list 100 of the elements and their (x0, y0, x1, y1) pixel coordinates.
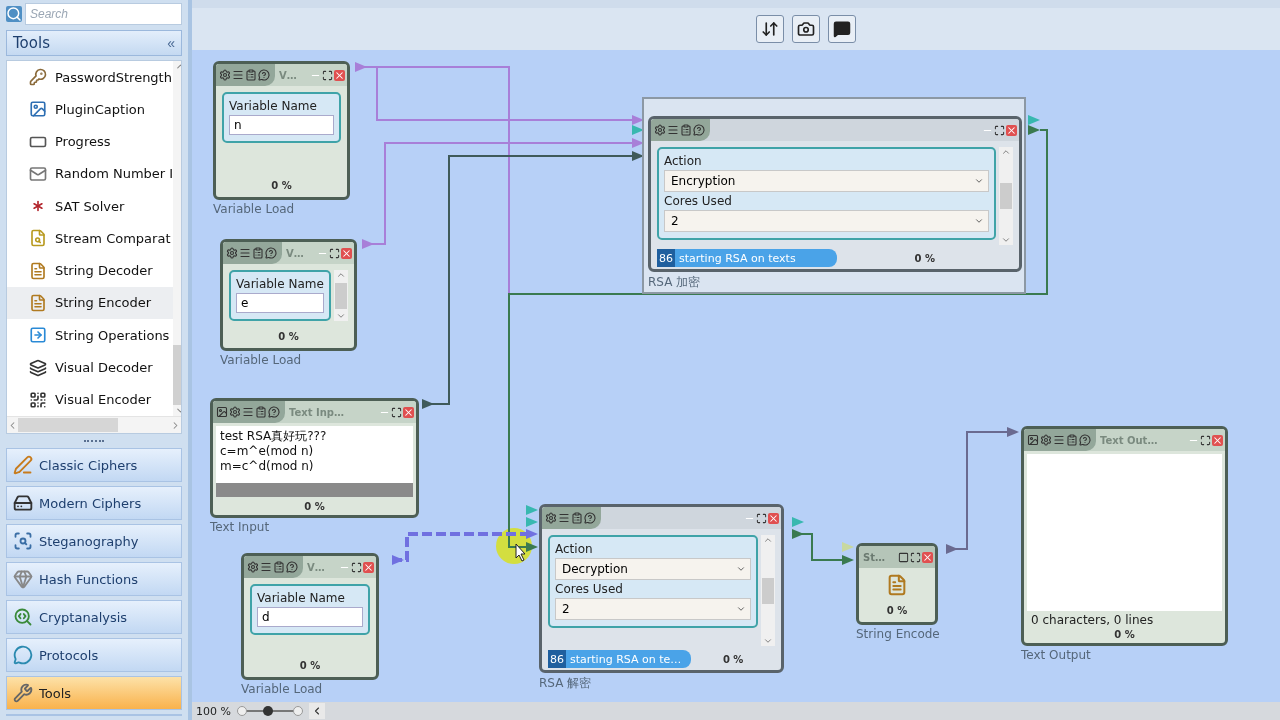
list-icon[interactable] (239, 247, 251, 259)
image-icon[interactable] (1027, 434, 1039, 446)
image-icon (29, 100, 47, 119)
help-icon[interactable] (1079, 434, 1091, 446)
action-dropdown[interactable]: Encryption (664, 170, 989, 192)
scroll-thumb[interactable] (1000, 183, 1012, 209)
maximize-icon[interactable] (756, 512, 767, 524)
clipboard-icon[interactable] (273, 561, 285, 573)
maximize-icon[interactable] (994, 124, 1005, 136)
clipboard-icon[interactable] (252, 247, 264, 259)
cores-dropdown[interactable]: 2 (664, 210, 989, 232)
string-encoder-node[interactable]: St… 0 % (856, 543, 938, 625)
variable-name-field[interactable]: e (236, 293, 324, 313)
workspace-canvas[interactable] (192, 50, 1280, 702)
variable-load-node[interactable]: V… Variable Name d 0 % (241, 553, 379, 680)
list-icon[interactable] (558, 512, 570, 524)
connector[interactable] (945, 427, 1019, 554)
settings-icon[interactable] (229, 406, 241, 418)
category-button[interactable]: Classic Ciphers (6, 448, 182, 482)
list-icon[interactable] (232, 69, 244, 81)
scroll-thumb[interactable] (335, 282, 347, 309)
category-button[interactable]: Tools (6, 676, 182, 710)
caret-icon[interactable] (736, 564, 746, 574)
node-title: V… (286, 247, 304, 259)
settings-icon[interactable] (226, 247, 238, 259)
clipboard-icon[interactable] (571, 512, 583, 524)
scrollbar[interactable] (761, 535, 775, 646)
category-button[interactable]: Steganography (6, 524, 182, 558)
square-icon[interactable] (898, 551, 909, 563)
speech-bubble-icon[interactable] (833, 20, 851, 38)
list-icon[interactable] (260, 561, 272, 573)
collapse-button[interactable]: « (167, 35, 175, 51)
maximize-icon[interactable] (1200, 434, 1211, 446)
help-icon[interactable] (584, 512, 596, 524)
maximize-icon[interactable] (910, 551, 921, 563)
caret-icon[interactable] (974, 176, 984, 186)
connector[interactable] (791, 529, 854, 565)
caret-icon[interactable] (736, 604, 746, 614)
category-button[interactable]: Hash Functions (6, 562, 182, 596)
maximize-icon[interactable] (329, 247, 340, 259)
zoom-thumb[interactable] (262, 706, 273, 716)
connector[interactable] (392, 529, 538, 565)
settings-icon[interactable] (654, 124, 666, 136)
progress-percent: 0 % (886, 605, 908, 616)
help-icon[interactable] (268, 406, 280, 418)
variable-load-node[interactable]: V… Variable Name e 0 % (220, 239, 357, 351)
search-field[interactable]: Search (25, 3, 182, 25)
list-icon[interactable] (242, 406, 254, 418)
image-icon[interactable] (216, 406, 228, 418)
category-button[interactable]: Protocols (6, 638, 182, 672)
comment-button[interactable] (828, 15, 856, 43)
status-message: 86 starting RSA on te… (548, 650, 692, 668)
tool-item[interactable]: String Encoder (7, 286, 174, 320)
caret-icon[interactable] (974, 216, 984, 226)
port-icon[interactable] (526, 542, 538, 552)
text-output-node[interactable]: Text Out… 0 characters, 0 lines 0 % (1021, 426, 1228, 646)
settings-icon[interactable] (247, 561, 259, 573)
close-icon[interactable] (922, 551, 933, 563)
progress-percent: 0 % (1113, 629, 1136, 640)
variable-name-field[interactable]: d (257, 607, 363, 627)
camera-icon[interactable] (797, 20, 815, 38)
settings-icon[interactable] (1040, 434, 1052, 446)
help-icon[interactable] (286, 561, 298, 573)
variable-load-node[interactable]: V… Variable Name n 0 % (213, 61, 350, 200)
arrows-icon[interactable] (761, 20, 779, 38)
text-input-node[interactable]: Text Inp… test RSA真好玩??? c=m^e(mod n) m=c^d(mod n) 0 % (210, 398, 419, 518)
connector[interactable] (421, 151, 644, 409)
port-icon[interactable] (1028, 125, 1040, 135)
variable-name-field[interactable]: n (229, 115, 334, 135)
maximize-icon[interactable] (391, 406, 402, 418)
scrollbar[interactable] (999, 147, 1013, 245)
zoom-slider[interactable] (236, 705, 303, 717)
category-button[interactable]: Cryptanalysis (6, 600, 182, 634)
settings-icon[interactable] (219, 69, 231, 81)
text-area[interactable]: test RSA真好玩??? c=m^e(mod n) m=c^d(mod n) (216, 426, 413, 483)
node-title: V… (279, 69, 297, 81)
port-icon[interactable] (632, 125, 644, 135)
maximize-icon[interactable] (351, 561, 362, 573)
category-button[interactable]: Modern Ciphers (6, 486, 182, 520)
clipboard-icon[interactable] (255, 406, 267, 418)
list-icon[interactable] (667, 124, 679, 136)
fit-button[interactable] (756, 15, 784, 43)
list-icon[interactable] (1053, 434, 1065, 446)
clipboard-icon[interactable] (245, 69, 257, 81)
node-caption: Variable Load (241, 682, 324, 696)
help-icon[interactable] (258, 69, 270, 81)
maximize-icon[interactable] (322, 69, 333, 81)
camera-button[interactable] (792, 15, 820, 43)
cores-dropdown[interactable]: 2 (555, 598, 751, 620)
help-icon[interactable] (265, 247, 277, 259)
clipboard-icon[interactable] (680, 124, 692, 136)
scrollbar[interactable] (334, 270, 348, 321)
rsa-node[interactable]: Action Decryption Cores Used 2 86 starting RSA on te… 0 % (539, 504, 784, 673)
rsa-node[interactable]: Action Encryption Cores Used 2 86 starting RSA on texts 0 % (648, 116, 1022, 272)
envelope-icon (29, 164, 47, 183)
help-icon[interactable] (693, 124, 705, 136)
settings-icon[interactable] (545, 512, 557, 524)
clipboard-icon[interactable] (1066, 434, 1078, 446)
scroll-thumb[interactable] (762, 577, 774, 604)
action-dropdown[interactable]: Decryption (555, 558, 751, 580)
